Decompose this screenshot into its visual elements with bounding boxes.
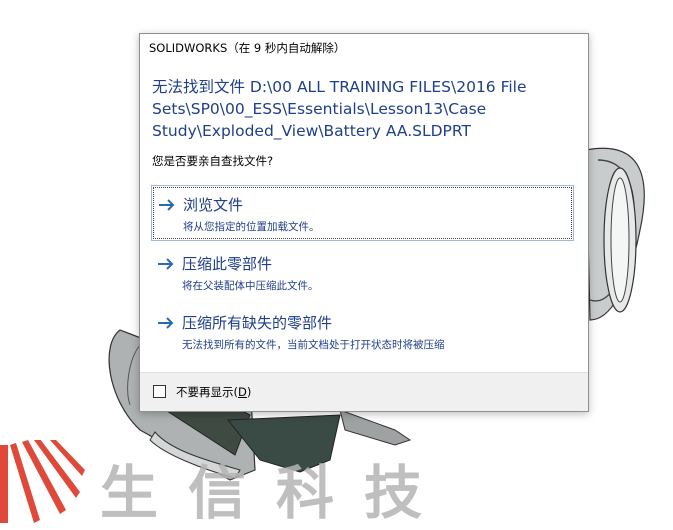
arrow-right-icon	[158, 258, 174, 270]
arrow-right-icon	[158, 317, 174, 329]
browse-file-command[interactable]: 浏览文件 将从您指定的位置加载文件。	[151, 185, 574, 241]
arrow-right-icon	[159, 199, 175, 211]
logo-rays-icon	[0, 440, 85, 523]
browse-file-title: 浏览文件	[183, 196, 244, 214]
suppress-all-missing-title: 压缩所有缺失的零部件	[182, 314, 333, 332]
dont-show-again-label[interactable]: 不要再显示(D)	[176, 384, 251, 400]
dont-show-again-checkbox[interactable]	[153, 385, 166, 398]
browse-file-desc: 将从您指定的位置加载文件。	[183, 221, 320, 233]
accelerator-key: D	[238, 385, 247, 399]
battery-cap-shape	[585, 147, 645, 321]
dialog-title: SOLIDWORKS（在 9 秒内自动解除）	[149, 41, 346, 55]
suppress-component-command[interactable]: 压缩此零部件 将在父装配体中压缩此文件。	[151, 245, 574, 301]
main-instruction: 无法找到文件 D:\00 ALL TRAINING FILES\2016 Fil…	[152, 78, 527, 140]
suppress-all-missing-command[interactable]: 压缩所有缺失的零部件 无法找到所有的文件，当前文档处于打开状态时将被压缩	[151, 304, 574, 360]
suppress-component-desc: 将在父装配体中压缩此文件。	[182, 280, 319, 292]
content-question: 您是否要亲自查找文件?	[152, 154, 274, 168]
dont-show-again-text-end: )	[246, 385, 252, 399]
suppress-component-title: 压缩此零部件	[182, 255, 273, 273]
dialog-footer: 不要再显示(D)	[140, 372, 588, 411]
dont-show-again-text: 不要再显示(	[176, 385, 238, 399]
missing-file-dialog: SOLIDWORKS（在 9 秒内自动解除） 无法找到文件 D:\00 ALL …	[139, 33, 589, 412]
watermark-text: 生信科技	[100, 459, 453, 527]
suppress-all-missing-desc: 无法找到所有的文件，当前文档处于打开状态时将被压缩	[182, 339, 445, 351]
